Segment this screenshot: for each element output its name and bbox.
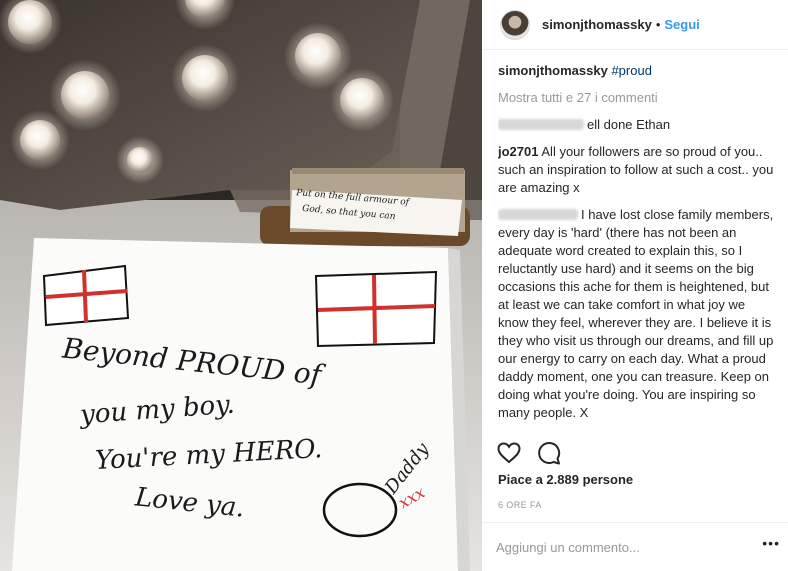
- caption: simonjthomassky #proud: [498, 62, 774, 80]
- more-options-button[interactable]: •••: [762, 535, 780, 551]
- photo-scene: [0, 0, 482, 571]
- add-comment-bar: •••: [482, 522, 788, 571]
- comments-list[interactable]: simonjthomassky #proud Mostra tutti e 27…: [498, 62, 774, 430]
- header-separator: •: [655, 17, 661, 32]
- england-flag-small: [42, 264, 130, 327]
- comment-item: ell done Ethan: [498, 116, 774, 134]
- header-username[interactable]: simonjthomassky: [542, 17, 652, 32]
- like-button[interactable]: [496, 440, 522, 466]
- comment-item: I have lost close family members, every …: [498, 206, 774, 422]
- likes-count[interactable]: Piace a 2.889 persone: [498, 472, 633, 487]
- add-comment-input[interactable]: [496, 537, 736, 557]
- post-header: simonjthomassky • Segui: [482, 0, 788, 50]
- avatar[interactable]: [500, 9, 530, 40]
- comment-text: ell done Ethan: [587, 117, 671, 132]
- post-photo: Put on the full armour of God, so that y…: [0, 0, 482, 571]
- post-actions: [496, 440, 562, 466]
- comment-text: I have lost close family members, every …: [498, 207, 774, 420]
- heart-icon: [497, 442, 521, 464]
- card-holder: [260, 168, 470, 246]
- blurred-username: [498, 209, 578, 220]
- comment-item: jo2701 All your followers are so proud o…: [498, 143, 774, 197]
- comment-username[interactable]: jo2701: [498, 144, 538, 159]
- comment-button[interactable]: [536, 440, 562, 466]
- england-flag-large: [314, 270, 438, 348]
- speech-bubble-icon: [538, 442, 561, 465]
- blurred-username: [498, 119, 584, 130]
- caption-username[interactable]: simonjthomassky: [498, 63, 608, 78]
- comment-text: All your followers are so proud of you..…: [498, 144, 774, 195]
- caption-hashtag[interactable]: #proud: [611, 63, 651, 78]
- view-all-comments-link[interactable]: Mostra tutti e 27 i commenti: [498, 89, 774, 107]
- follow-button[interactable]: Segui: [664, 17, 699, 32]
- post-sidebar: simonjthomassky • Segui simonjthomassky …: [482, 0, 788, 571]
- post-timestamp: 6 ORE FA: [498, 500, 542, 510]
